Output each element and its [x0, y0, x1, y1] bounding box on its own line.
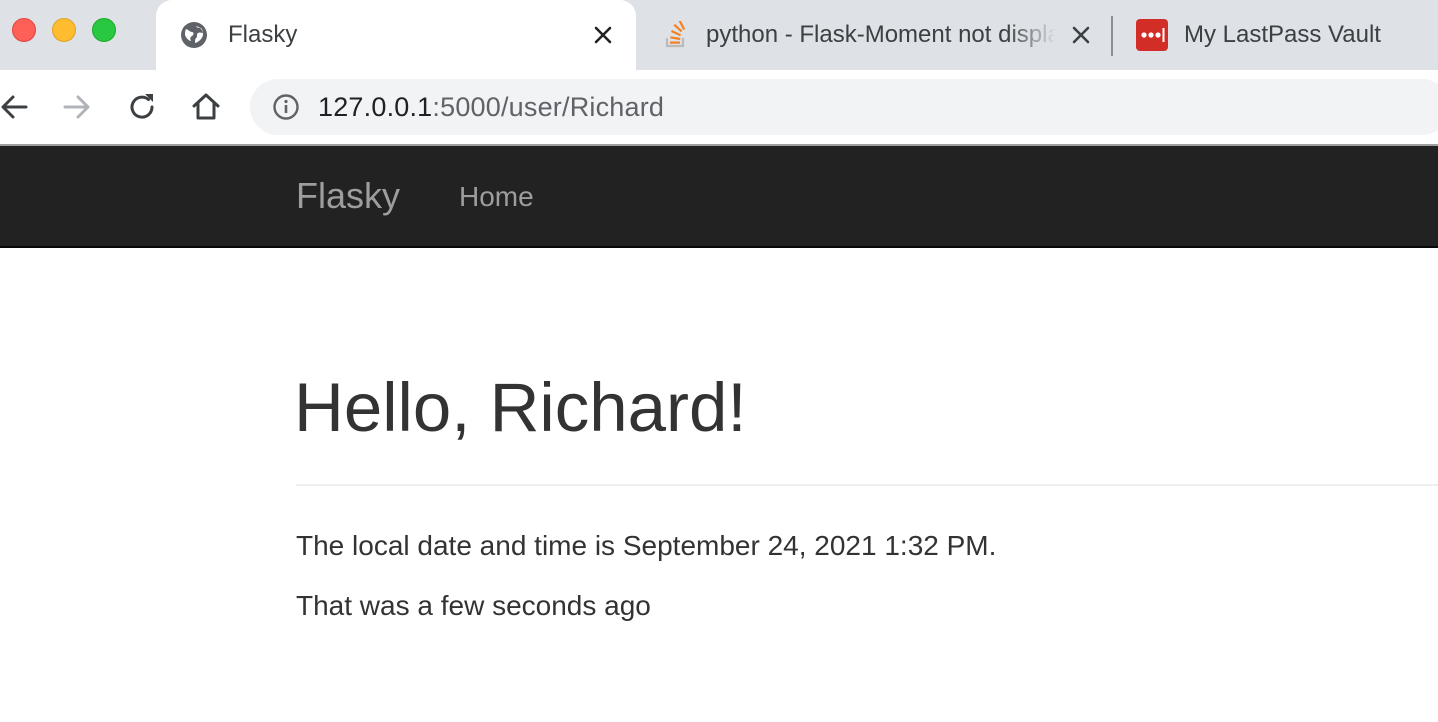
home-icon[interactable] — [187, 88, 225, 126]
site-navbar: Flasky Home — [0, 146, 1438, 248]
site-info-icon[interactable] — [272, 93, 300, 121]
close-window-button[interactable] — [12, 18, 36, 42]
minimize-window-button[interactable] — [52, 18, 76, 42]
tab-separator — [1111, 16, 1113, 56]
browser-toolbar: 127.0.0.1:5000/user/Richard — [0, 70, 1438, 144]
url-text[interactable]: 127.0.0.1:5000/user/Richard — [318, 92, 664, 122]
url-host: 127.0.0.1 — [318, 92, 433, 122]
close-tab-icon[interactable] — [588, 20, 618, 50]
globe-icon — [181, 22, 207, 48]
reload-icon[interactable] — [123, 88, 161, 126]
close-tab-icon[interactable] — [1066, 20, 1096, 50]
tab-stackoverflow[interactable]: python - Flask-Moment not displaying tim… — [640, 0, 1110, 70]
local-time-text: The local date and time is September 24,… — [296, 530, 997, 561]
tab-lastpass[interactable]: My LastPass Vault — [1114, 0, 1438, 70]
page-title: Hello, Richard! — [294, 369, 747, 446]
forward-arrow-icon[interactable] — [58, 88, 96, 126]
tab-flasky[interactable]: Flasky — [156, 0, 636, 70]
lastpass-icon — [1136, 19, 1168, 51]
nav-link-home[interactable]: Home — [459, 181, 534, 213]
tab-title: Flasky — [228, 21, 298, 48]
back-arrow-icon[interactable] — [0, 88, 34, 126]
tab-strip: Flasky python - Flask-Moment not display… — [0, 0, 1438, 70]
url-path: :5000/user/Richard — [432, 92, 665, 122]
tab-title: python - Flask-Moment not displaying tim… — [706, 21, 1056, 48]
page-header: Hello, Richard! — [294, 248, 1438, 486]
relative-time-text: That was a few seconds ago — [296, 590, 651, 621]
stackoverflow-icon — [665, 21, 686, 48]
maximize-window-button[interactable] — [92, 18, 116, 42]
tab-title: My LastPass Vault — [1184, 21, 1381, 48]
address-bar[interactable]: 127.0.0.1:5000/user/Richard — [250, 79, 1438, 135]
navbar-brand[interactable]: Flasky — [296, 176, 400, 216]
